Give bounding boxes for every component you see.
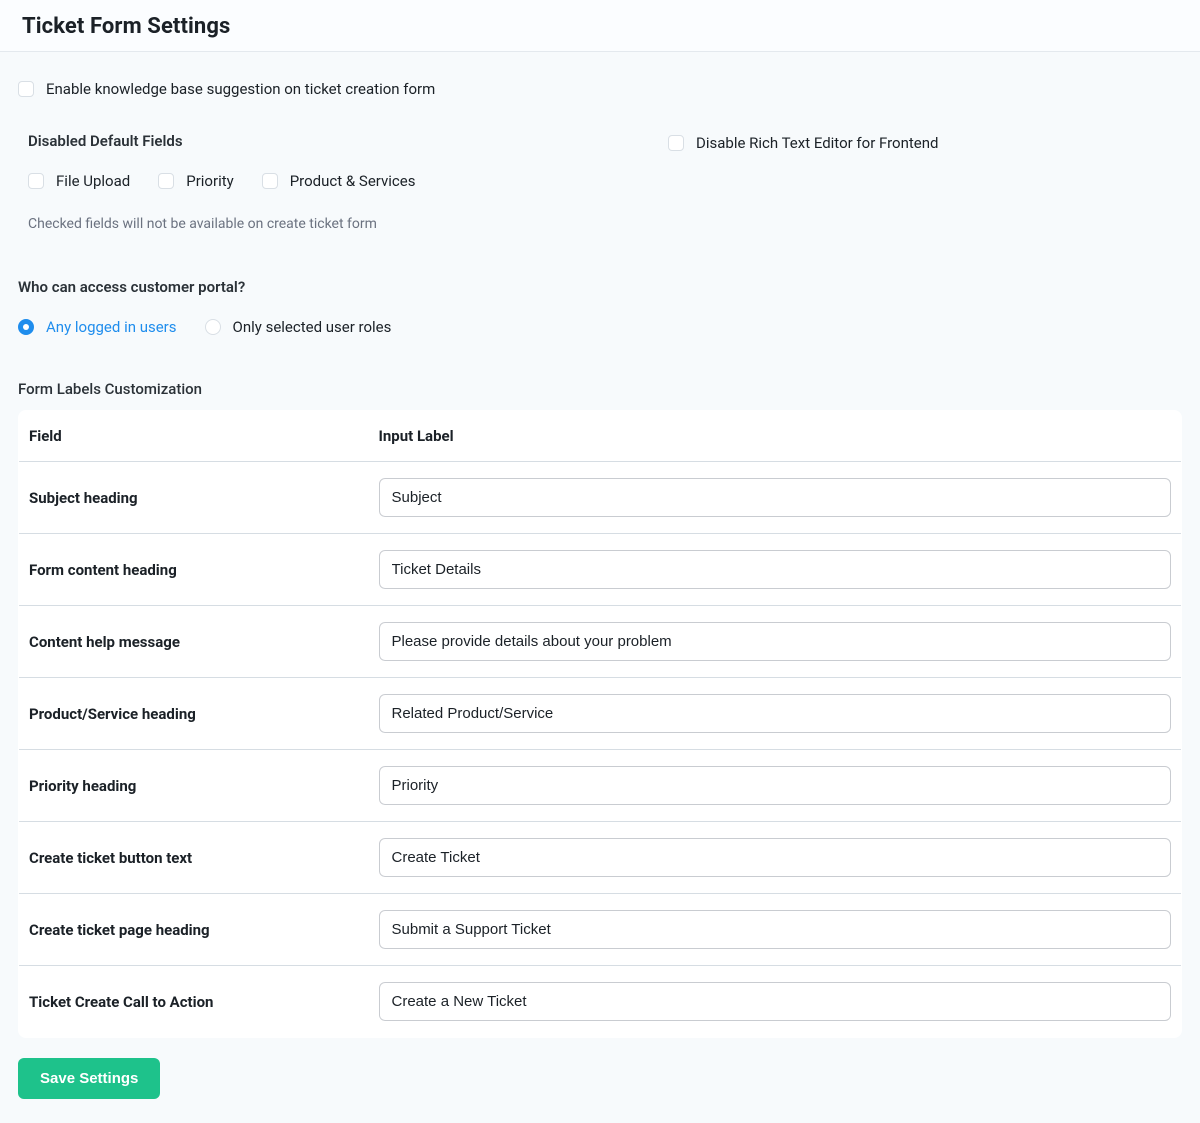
label-input-create-ticket-button[interactable] <box>379 838 1172 877</box>
row-field-label: Content help message <box>19 606 369 678</box>
label-input-form-content-heading[interactable] <box>379 550 1172 589</box>
disabled-fields-helper: Checked fields will not be available on … <box>28 216 588 232</box>
row-field-label: Priority heading <box>19 750 369 822</box>
row-field-label: Product/Service heading <box>19 678 369 750</box>
disable-rich-text-label: Disable Rich Text Editor for Frontend <box>696 134 938 152</box>
disable-field-file-upload[interactable]: File Upload <box>28 172 130 190</box>
disable-field-product-services[interactable]: Product & Services <box>262 172 416 190</box>
access-option-any[interactable]: Any logged in users <box>18 318 177 336</box>
label-input-create-ticket-heading[interactable] <box>379 910 1172 949</box>
disable-field-priority[interactable]: Priority <box>158 172 233 190</box>
disable-rich-text-toggle[interactable]: Disable Rich Text Editor for Frontend <box>668 134 938 152</box>
table-row: Form content heading <box>19 534 1182 606</box>
table-row: Create ticket button text <box>19 822 1182 894</box>
label-input-content-help-message[interactable] <box>379 622 1172 661</box>
checkbox-icon <box>262 173 278 189</box>
label-input-subject-heading[interactable] <box>379 478 1172 517</box>
access-option-selected-roles[interactable]: Only selected user roles <box>205 318 392 336</box>
table-row: Subject heading <box>19 462 1182 534</box>
radio-icon <box>18 319 34 335</box>
checkbox-icon <box>158 173 174 189</box>
page-title: Ticket Form Settings <box>22 14 1178 39</box>
row-field-label: Ticket Create Call to Action <box>19 966 369 1038</box>
labels-table-heading: Form Labels Customization <box>18 380 1182 398</box>
label-input-priority-heading[interactable] <box>379 766 1172 805</box>
table-row: Ticket Create Call to Action <box>19 966 1182 1038</box>
row-field-label: Form content heading <box>19 534 369 606</box>
form-labels-table: Field Input Label Subject heading Form c… <box>18 410 1182 1038</box>
column-header-field: Field <box>19 411 369 462</box>
checkbox-icon <box>28 173 44 189</box>
save-settings-button[interactable]: Save Settings <box>18 1058 160 1099</box>
option-label: Product & Services <box>290 172 416 190</box>
option-label: Only selected user roles <box>233 318 392 336</box>
column-header-input: Input Label <box>369 411 1182 462</box>
checkbox-icon <box>668 135 684 151</box>
table-row: Priority heading <box>19 750 1182 822</box>
table-row: Content help message <box>19 606 1182 678</box>
kb-suggestion-label: Enable knowledge base suggestion on tick… <box>46 80 435 98</box>
page-header: Ticket Form Settings <box>0 0 1200 52</box>
disabled-fields-heading: Disabled Default Fields <box>28 132 588 150</box>
radio-icon <box>205 319 221 335</box>
table-row: Create ticket page heading <box>19 894 1182 966</box>
option-label: File Upload <box>56 172 130 190</box>
label-input-product-service-heading[interactable] <box>379 694 1172 733</box>
kb-suggestion-toggle[interactable]: Enable knowledge base suggestion on tick… <box>18 80 1182 98</box>
option-label: Any logged in users <box>46 318 177 336</box>
row-field-label: Create ticket button text <box>19 822 369 894</box>
table-row: Product/Service heading <box>19 678 1182 750</box>
row-field-label: Subject heading <box>19 462 369 534</box>
row-field-label: Create ticket page heading <box>19 894 369 966</box>
checkbox-icon <box>18 81 34 97</box>
access-heading: Who can access customer portal? <box>18 278 1182 296</box>
option-label: Priority <box>186 172 233 190</box>
label-input-ticket-cta[interactable] <box>379 982 1172 1021</box>
table-header-row: Field Input Label <box>19 411 1182 462</box>
